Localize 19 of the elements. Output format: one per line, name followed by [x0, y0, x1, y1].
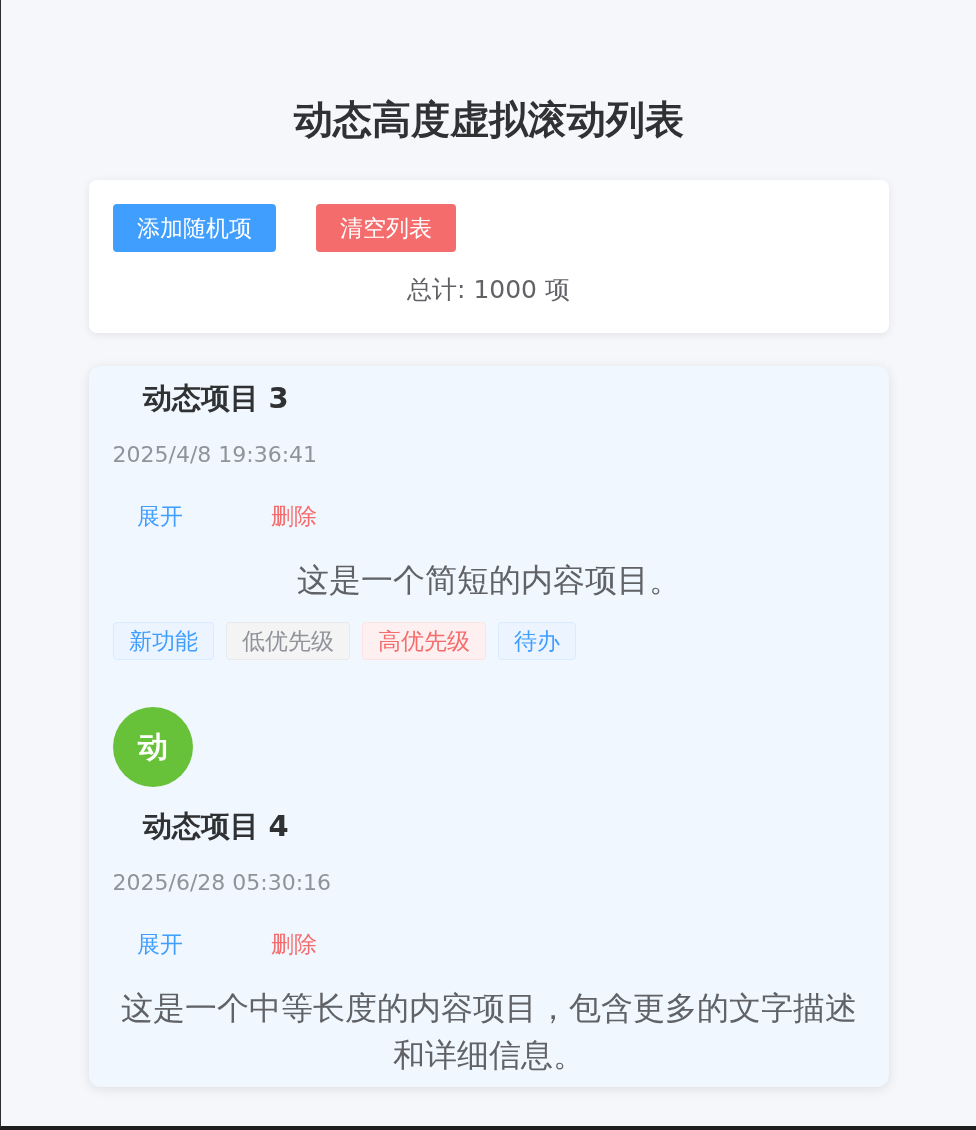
expand-button[interactable]: 展开	[112, 496, 207, 536]
tag: 待办	[497, 622, 576, 660]
expand-button[interactable]: 展开	[112, 924, 207, 964]
item-title: 动态项目 4	[141, 808, 289, 845]
add-item-button[interactable]: 添加随机项	[112, 204, 276, 252]
tag: 高优先级	[361, 622, 486, 660]
clear-list-button[interactable]: 清空列表	[315, 204, 456, 252]
item-content: 这是一个简短的内容项目。	[295, 560, 682, 601]
item-timestamp: 2025/6/28 05:30:16	[112, 869, 332, 897]
avatar: 动	[112, 707, 193, 787]
tag: 新功能	[112, 622, 214, 660]
delete-button[interactable]: 删除	[246, 496, 341, 536]
item-timestamp: 2025/4/8 19:36:41	[112, 441, 318, 469]
item-content: 这是一个中等长度的内容项目，包含更多的文字描述和详细信息。	[119, 988, 858, 1076]
page-title: 动态高度虚拟滚动列表	[292, 96, 685, 144]
item-title: 动态项目 3	[141, 380, 289, 417]
total-count-text: 总计: 1000 项	[406, 274, 571, 306]
delete-button[interactable]: 删除	[246, 924, 341, 964]
tag: 低优先级	[225, 622, 350, 660]
